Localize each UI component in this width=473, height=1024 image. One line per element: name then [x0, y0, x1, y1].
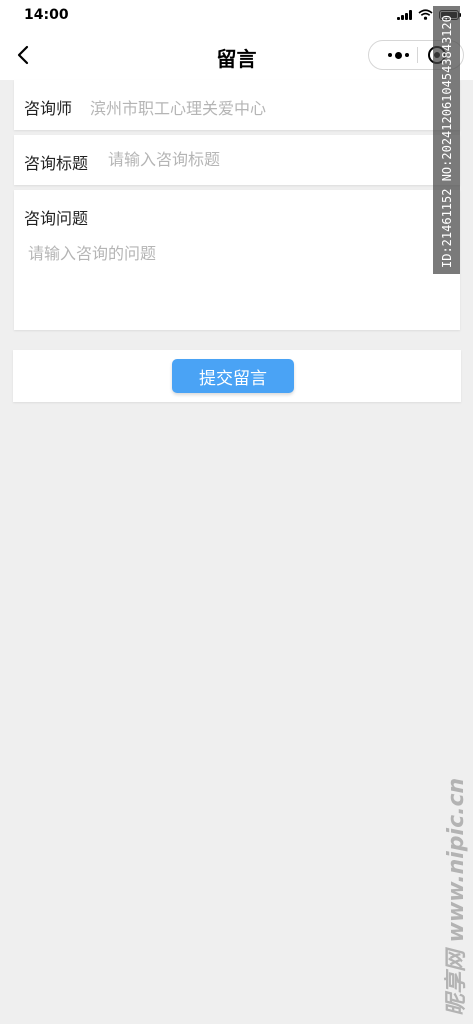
id-watermark-text: ID:21461152 NO:20241206104543843120	[440, 15, 454, 268]
submit-button[interactable]: 提交留言	[172, 359, 294, 393]
consultant-label: 咨询师	[24, 99, 73, 118]
consultant-row: 咨询师 滨州市职工心理关爱中心	[14, 80, 460, 130]
question-row: 咨询问题	[14, 190, 460, 330]
brand-watermark: 昵享网 www.nipic.cn	[444, 777, 469, 1016]
capsule-divider	[417, 47, 418, 63]
title-label: 咨询标题	[24, 154, 89, 173]
title-input[interactable]	[108, 150, 438, 169]
question-label: 咨询问题	[24, 209, 89, 228]
submit-area: 提交留言	[13, 350, 461, 402]
consultant-value: 滨州市职工心理关爱中心	[90, 99, 267, 118]
status-time: 14:00	[24, 7, 69, 23]
title-row: 咨询标题	[14, 135, 460, 185]
nav-bar: 留言	[0, 30, 473, 80]
wifi-icon	[418, 9, 433, 20]
more-dots-icon[interactable]	[383, 41, 413, 69]
question-textarea[interactable]	[28, 240, 448, 320]
signal-icon	[397, 9, 412, 20]
status-bar: 14:00	[0, 0, 473, 30]
